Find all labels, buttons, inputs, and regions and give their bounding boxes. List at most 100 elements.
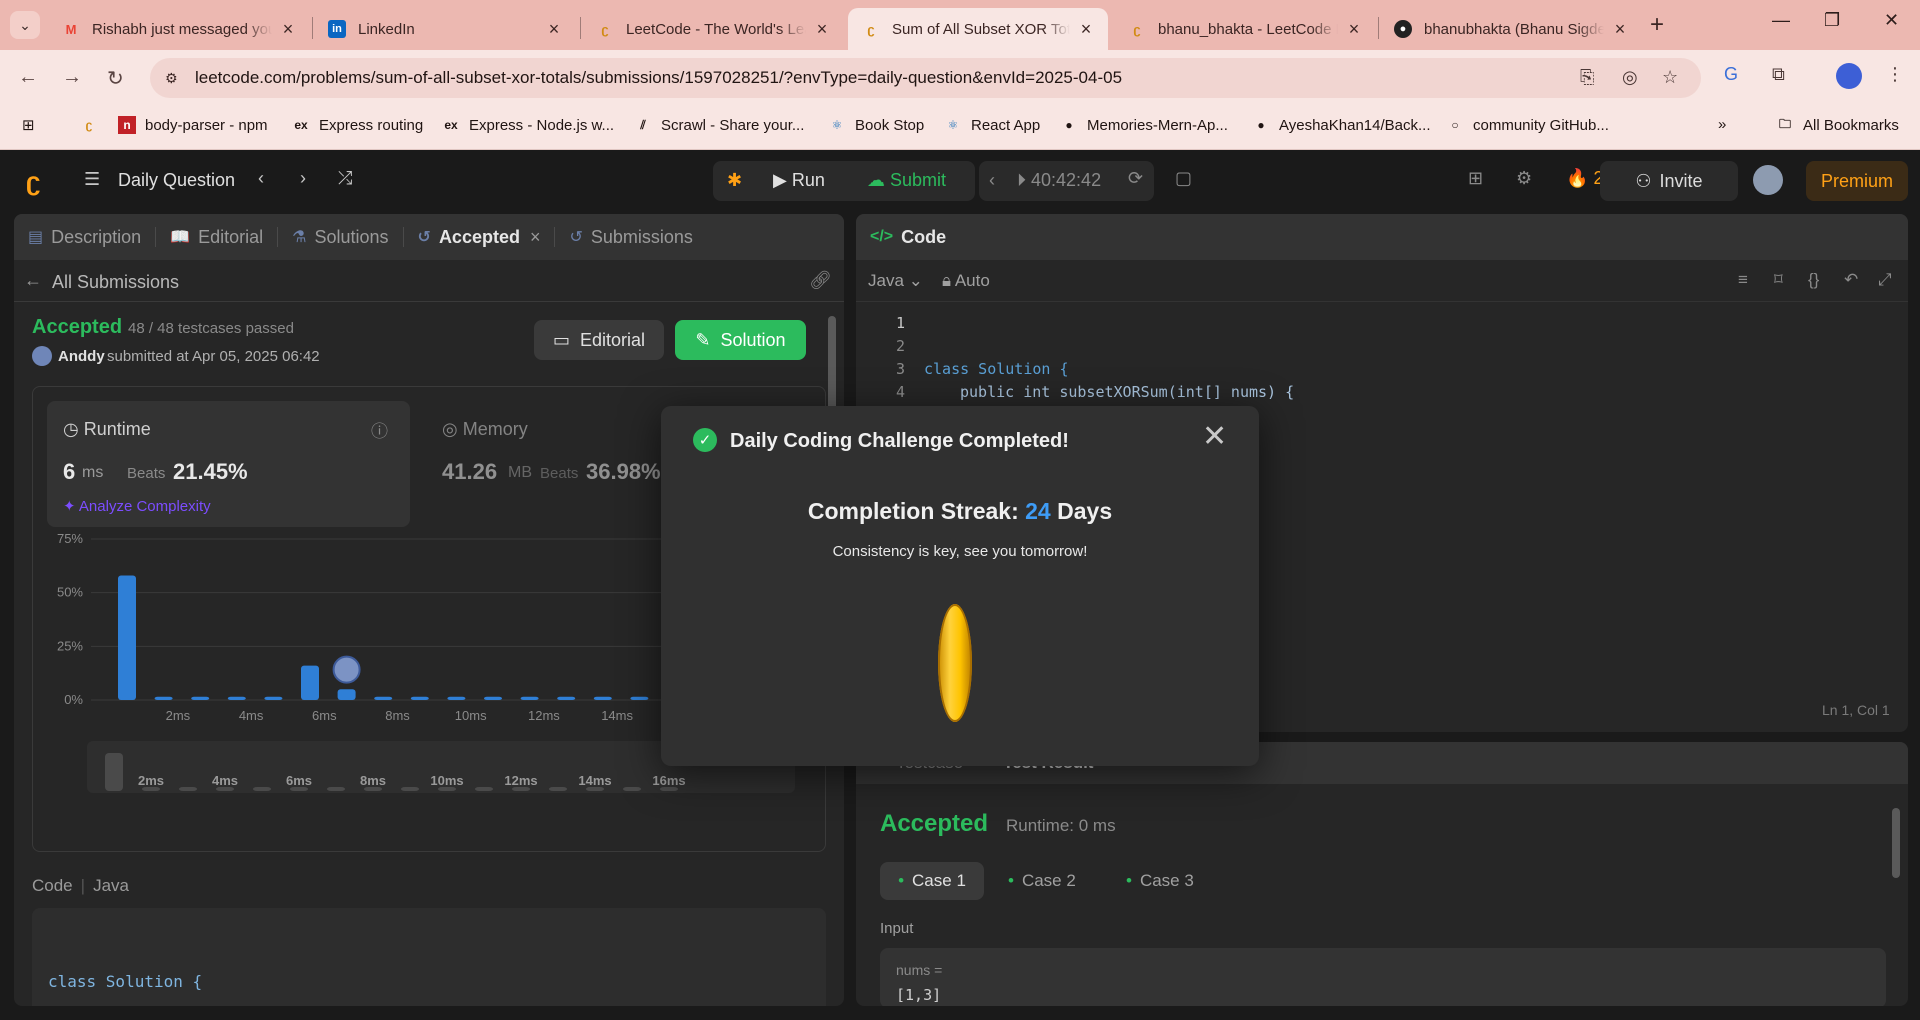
tab-solutions[interactable]: ⚗ Solutions xyxy=(292,227,388,248)
close-icon[interactable]: × xyxy=(1610,19,1630,40)
solution-button[interactable]: ✎ Solution xyxy=(675,320,806,360)
analyze-complexity-link[interactable]: ✦ Analyze Complexity xyxy=(63,497,211,515)
extensions-icon[interactable]: ⧉ xyxy=(1772,64,1785,85)
more-bookmarks-icon[interactable]: » xyxy=(1718,116,1726,133)
menu-icon[interactable]: ⋮ xyxy=(1886,64,1904,85)
react-icon: ⚛ xyxy=(947,118,959,132)
tab-submissions[interactable]: ↺ Submissions xyxy=(569,227,692,248)
info-icon[interactable]: ⓘ xyxy=(371,417,388,442)
browser-tab-linkedin[interactable]: in LinkedIn × xyxy=(314,8,576,50)
overview-bar xyxy=(401,787,419,791)
debug-icon[interactable]: ✱ xyxy=(727,170,742,191)
reload-icon[interactable]: ↻ xyxy=(107,66,124,91)
settings-icon[interactable]: ⚙ xyxy=(1516,168,1532,189)
language-select[interactable]: Java ⌄ xyxy=(868,271,923,291)
list-icon[interactable]: ☰ xyxy=(84,169,100,190)
browser-tab-active[interactable]: ʗ Sum of All Subset XOR Totals × xyxy=(848,8,1108,50)
timer-display[interactable]: ⏵ 40:42:42 xyxy=(1017,170,1101,191)
browser-tab-gmail[interactable]: M Rishabh just messaged you × xyxy=(48,8,310,50)
expand-icon[interactable]: ⤢ xyxy=(1878,270,1892,290)
chart-bar xyxy=(337,689,356,700)
bookmark-body-parser[interactable]: n body-parser - npm xyxy=(118,116,268,134)
close-icon[interactable]: × xyxy=(1076,19,1096,40)
user-marker-avatar xyxy=(332,655,361,684)
close-icon[interactable]: × xyxy=(1344,19,1364,40)
daily-question-link[interactable]: Daily Question xyxy=(118,170,235,191)
premium-button[interactable]: Premium xyxy=(1806,161,1908,201)
close-icon[interactable]: × xyxy=(278,19,298,40)
leetcode-bookmark-icon[interactable]: ʗ xyxy=(80,116,107,134)
user-avatar[interactable] xyxy=(1753,165,1783,195)
bookmark-scrawl[interactable]: ⫽ Scrawl - Share your... xyxy=(634,116,804,134)
site-settings-icon[interactable]: ⚙ xyxy=(165,70,183,87)
bookmark-express-routing[interactable]: ex Express routing xyxy=(292,116,423,134)
browser-tab-github[interactable]: ● bhanubhakta (Bhanu Sigdel) × xyxy=(1380,8,1642,50)
submitter-name[interactable]: Anddy xyxy=(58,348,105,365)
back-arrow-icon[interactable]: ← xyxy=(24,270,42,291)
restore-icon[interactable]: ❐ xyxy=(1824,10,1840,31)
apps-icon[interactable]: ⊞ xyxy=(22,116,35,134)
bookmark-book-stop[interactable]: ⚛ Book Stop xyxy=(828,116,925,134)
translate-icon[interactable]: ⎘ xyxy=(1580,67,1594,88)
tab-description[interactable]: ▤ Description xyxy=(28,227,141,248)
tab-search-button[interactable]: ⌄ xyxy=(10,11,40,39)
minimize-icon[interactable]: — xyxy=(1772,10,1790,31)
bookmark-memories[interactable]: ● Memories-Mern-Ap... xyxy=(1060,116,1227,134)
chart-bar xyxy=(301,665,319,700)
submit-button[interactable]: ☁ Submit xyxy=(867,170,946,191)
tab-editorial[interactable]: 📖 Editorial xyxy=(170,227,263,248)
close-modal-button[interactable]: ✕ xyxy=(1202,422,1227,452)
window-close-icon[interactable]: ✕ xyxy=(1884,10,1899,31)
address-bar[interactable]: ⚙ leetcode.com/problems/sum-of-all-subse… xyxy=(150,58,1701,98)
undo-icon[interactable]: ↶ xyxy=(1844,270,1858,290)
leetcode-logo[interactable]: ʗ xyxy=(26,166,54,196)
all-submissions-link[interactable]: All Submissions xyxy=(52,272,179,293)
profile-avatar[interactable] xyxy=(1836,63,1862,89)
bookmark-ayeshakhan[interactable]: ● AyeshaKhan14/Back... xyxy=(1252,116,1430,134)
browser-tab-leetcode-home[interactable]: ʗ LeetCode - The World's Leading × xyxy=(582,8,844,50)
braces-icon[interactable]: {} xyxy=(1808,270,1819,290)
prev-problem-icon[interactable]: ‹ xyxy=(258,168,264,189)
run-button[interactable]: ▶ Run xyxy=(773,170,825,191)
bookmark-icon[interactable]: ⌑ xyxy=(1774,270,1783,290)
npm-icon: n xyxy=(118,116,136,134)
back-icon[interactable]: ← xyxy=(18,66,38,89)
tab-accepted[interactable]: ↺ Accepted × xyxy=(418,227,541,248)
collapse-timer-icon[interactable]: ‹ xyxy=(989,170,995,191)
layout-icon[interactable]: ⊞ xyxy=(1468,168,1483,189)
case-3-tab[interactable]: • Case 3 xyxy=(1126,871,1194,891)
close-icon[interactable]: × xyxy=(812,19,832,40)
bookmark-community[interactable]: ○ community GitHub... xyxy=(1446,116,1609,134)
leetcode-icon: ʗ xyxy=(601,21,609,37)
close-icon[interactable]: × xyxy=(544,19,564,40)
case-1-tab[interactable]: • Case 1 xyxy=(880,862,984,900)
shuffle-icon[interactable]: ⤮ xyxy=(338,168,352,189)
forward-icon[interactable]: → xyxy=(62,66,82,89)
result-scrollbar[interactable] xyxy=(1892,790,1900,1000)
all-bookmarks[interactable]: 🗀 All Bookmarks xyxy=(1776,116,1899,134)
note-icon[interactable]: ▢ xyxy=(1175,168,1192,189)
reset-icon[interactable]: ⟳ xyxy=(1128,168,1143,189)
editorial-button[interactable]: ▭ Editorial xyxy=(534,320,664,360)
new-tab-button[interactable]: + xyxy=(1650,11,1664,39)
close-tab-icon[interactable]: × xyxy=(530,227,541,248)
tab-code[interactable]: </> Code xyxy=(870,227,946,248)
case-2-tab[interactable]: • Case 2 xyxy=(1008,871,1076,891)
star-icon[interactable]: ☆ xyxy=(1662,67,1678,88)
share-link-icon[interactable]: 🔗︎ xyxy=(809,270,832,291)
y-tick-label: 0% xyxy=(64,692,83,707)
url-text[interactable]: leetcode.com/problems/sum-of-all-subset-… xyxy=(195,68,1122,88)
runtime-card[interactable]: ◷ Runtime ⓘ 6 ms Beats 21.45% ✦ Analyze … xyxy=(47,401,410,527)
browser-tab-leetcode-profile[interactable]: ʗ bhanu_bhakta - LeetCode Profile × xyxy=(1114,8,1376,50)
next-problem-icon[interactable]: › xyxy=(300,168,306,189)
bookmark-react-app[interactable]: ⚛ React App xyxy=(944,116,1041,134)
google-translate-icon[interactable]: G xyxy=(1724,64,1738,85)
invite-button[interactable]: ⚇ Invite xyxy=(1600,161,1738,201)
lock-icon: 🔒︎ xyxy=(942,271,952,290)
x-tick-label: 2ms xyxy=(166,708,191,723)
x-tick-label: 10ms xyxy=(455,708,487,723)
overview-bar xyxy=(623,787,641,791)
bookmark-express-node[interactable]: ex Express - Node.js w... xyxy=(442,116,614,134)
eye-off-icon[interactable]: ◎ xyxy=(1622,67,1638,88)
format-icon[interactable]: ≡ xyxy=(1738,270,1748,290)
